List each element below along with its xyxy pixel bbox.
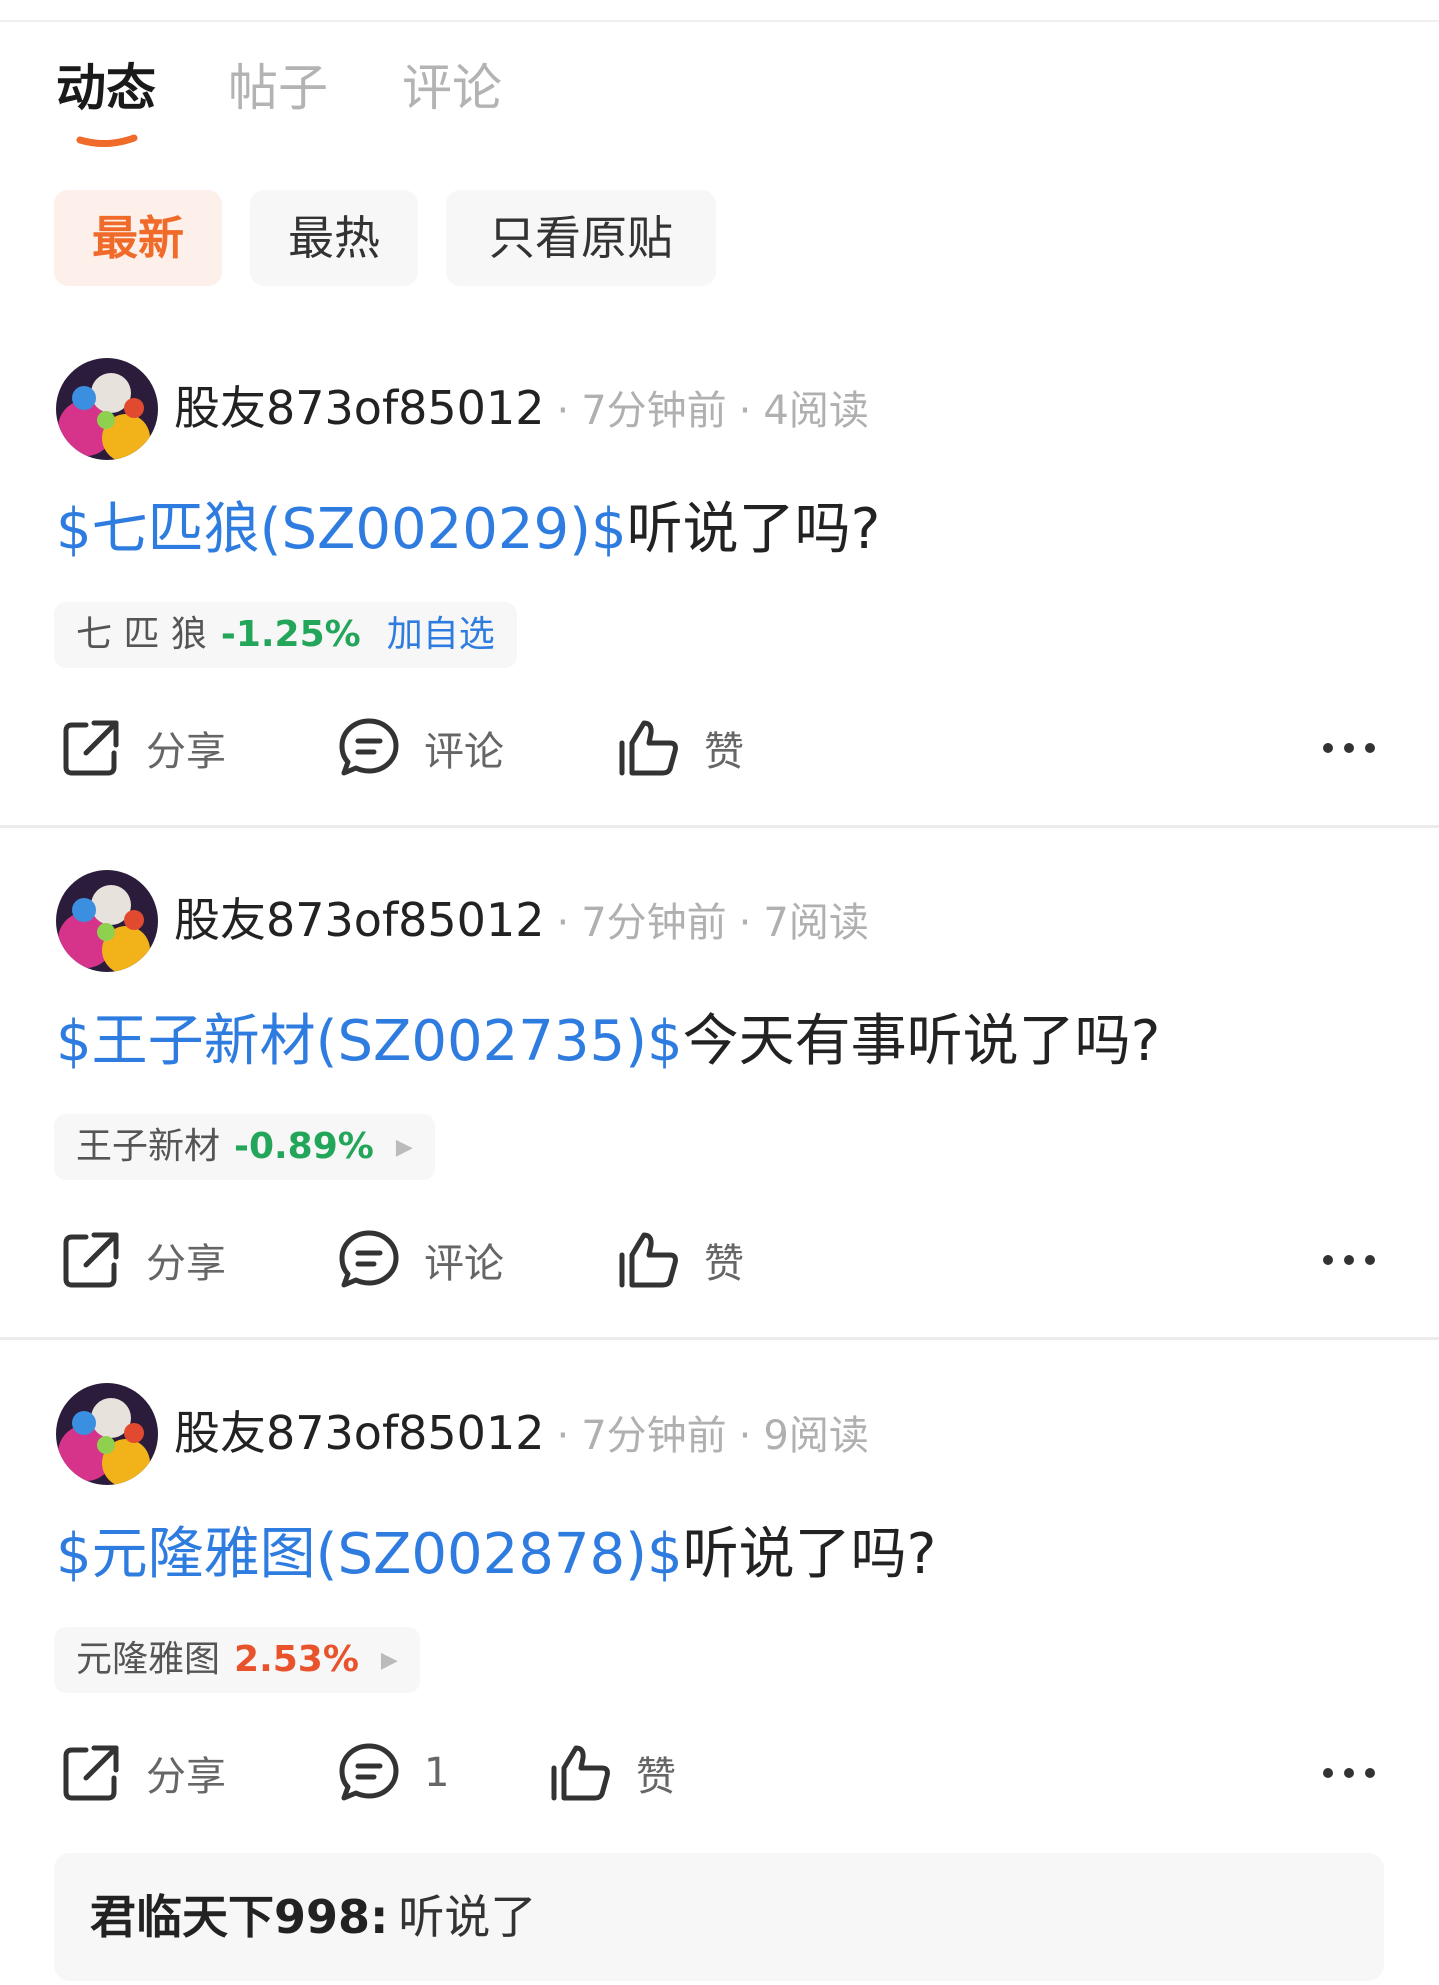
more-button[interactable] — [1321, 1220, 1377, 1300]
stock-name: 元隆雅图 — [76, 1639, 221, 1680]
filter-latest[interactable]: 最新 — [54, 190, 222, 286]
like-label: 赞 — [704, 729, 744, 775]
share-label: 分享 — [146, 729, 226, 775]
more-button[interactable] — [1321, 708, 1377, 788]
avatar[interactable] — [56, 358, 158, 460]
reply-username[interactable]: 君临天下998: — [90, 1890, 388, 1944]
post-meta: 股友873of85012 · 7分钟前 · 4阅读 — [174, 378, 869, 438]
separator-dot: · — [738, 900, 752, 946]
like-label: 赞 — [704, 1241, 744, 1287]
post-divider — [0, 1337, 1439, 1340]
username[interactable]: 股友873of85012 — [174, 381, 544, 435]
more-dots-icon — [1323, 743, 1375, 753]
top-divider — [0, 20, 1439, 22]
separator-dot: · — [738, 388, 752, 434]
comment-label: 评论 — [424, 729, 504, 775]
post-text: 听说了吗? — [626, 497, 881, 562]
add-watchlist-button[interactable]: 加自选 — [387, 614, 495, 655]
share-icon — [63, 1745, 119, 1801]
post-divider — [0, 825, 1439, 828]
comment-button[interactable]: 评论 — [336, 1220, 504, 1300]
like-label: 赞 — [636, 1754, 676, 1800]
expand-arrow-icon: ▶ — [395, 1135, 413, 1160]
separator-dot: · — [556, 388, 570, 434]
post-content[interactable]: $七匹狼(SZ002029)$听说了吗? — [56, 490, 880, 570]
filter-hottest[interactable]: 最热 — [250, 190, 418, 286]
tab-active-indicator — [76, 134, 138, 147]
post-actions: 分享 评论 赞 — [0, 708, 1439, 788]
share-icon — [63, 720, 119, 776]
post-meta: 股友873of85012 · 7分钟前 · 9阅读 — [174, 1403, 869, 1463]
comment-count: 1 — [424, 1750, 450, 1796]
stock-change: 2.53% — [234, 1639, 359, 1680]
expand-arrow-icon: ▶ — [380, 1648, 398, 1673]
read-count: 9阅读 — [763, 1413, 869, 1459]
share-label: 分享 — [146, 1241, 226, 1287]
tab-dynamic[interactable]: 动态 — [56, 58, 156, 118]
share-button[interactable]: 分享 — [58, 708, 226, 788]
comment-icon — [339, 718, 399, 776]
like-button[interactable]: 赞 — [616, 1220, 744, 1300]
post-text: 听说了吗? — [682, 1522, 937, 1587]
stock-link[interactable]: $元隆雅图(SZ002878)$ — [56, 1522, 683, 1587]
stock-link[interactable]: $王子新材(SZ002735)$ — [56, 1009, 683, 1074]
like-button[interactable]: 赞 — [548, 1733, 676, 1813]
username[interactable]: 股友873of85012 — [174, 893, 544, 947]
read-count: 7阅读 — [763, 900, 869, 946]
post-content[interactable]: $王子新材(SZ002735)$今天有事听说了吗? — [56, 1002, 1160, 1082]
reply-preview[interactable]: 君临天下998: 听说了 — [54, 1853, 1384, 1981]
share-label: 分享 — [146, 1754, 226, 1800]
share-icon — [63, 1232, 119, 1288]
stock-name: 七 匹 狼 — [76, 614, 207, 655]
post-time: 7分钟前 — [581, 900, 727, 946]
post-text: 今天有事听说了吗? — [682, 1009, 1161, 1074]
like-button[interactable]: 赞 — [616, 708, 744, 788]
more-button[interactable] — [1321, 1733, 1377, 1813]
separator-dot: · — [556, 900, 570, 946]
tab-posts[interactable]: 帖子 — [228, 58, 328, 118]
share-button[interactable]: 分享 — [58, 1733, 226, 1813]
read-count: 4阅读 — [763, 388, 869, 434]
stock-change: -1.25% — [220, 614, 361, 655]
separator-dot: · — [738, 1413, 752, 1459]
more-dots-icon — [1323, 1255, 1375, 1265]
stock-change: -0.89% — [234, 1126, 374, 1167]
filter-original-only[interactable]: 只看原贴 — [446, 190, 716, 286]
post-actions: 分享 评论 赞 — [0, 1220, 1439, 1300]
separator-dot: · — [556, 1413, 570, 1459]
post-meta: 股友873of85012 · 7分钟前 · 7阅读 — [174, 890, 869, 950]
stock-chip[interactable]: 元隆雅图 2.53% ▶ — [54, 1627, 420, 1693]
stock-chip[interactable]: 七 匹 狼 -1.25% 加自选 — [54, 602, 517, 668]
thumbs-up-icon — [619, 720, 678, 776]
post-time: 7分钟前 — [581, 388, 727, 434]
comment-icon — [339, 1743, 399, 1801]
thumbs-up-icon — [619, 1232, 678, 1288]
stock-name: 王子新材 — [76, 1126, 221, 1167]
stock-link[interactable]: $七匹狼(SZ002029)$ — [56, 497, 627, 562]
post-time: 7分钟前 — [581, 1413, 727, 1459]
avatar[interactable] — [56, 1383, 158, 1485]
tab-comments[interactable]: 评论 — [402, 58, 502, 118]
stock-chip[interactable]: 王子新材 -0.89% ▶ — [54, 1114, 435, 1180]
post-actions: 分享 1 赞 — [0, 1733, 1439, 1813]
share-button[interactable]: 分享 — [58, 1220, 226, 1300]
more-dots-icon — [1323, 1768, 1375, 1778]
thumbs-up-icon — [551, 1745, 610, 1801]
username[interactable]: 股友873of85012 — [174, 1406, 544, 1460]
post-content[interactable]: $元隆雅图(SZ002878)$听说了吗? — [56, 1515, 936, 1595]
comment-icon — [339, 1230, 399, 1288]
comment-label: 评论 — [424, 1241, 504, 1287]
comment-button[interactable]: 评论 — [336, 708, 504, 788]
avatar[interactable] — [56, 870, 158, 972]
comment-button[interactable]: 1 — [336, 1733, 449, 1813]
reply-text: 听说了 — [398, 1890, 537, 1944]
